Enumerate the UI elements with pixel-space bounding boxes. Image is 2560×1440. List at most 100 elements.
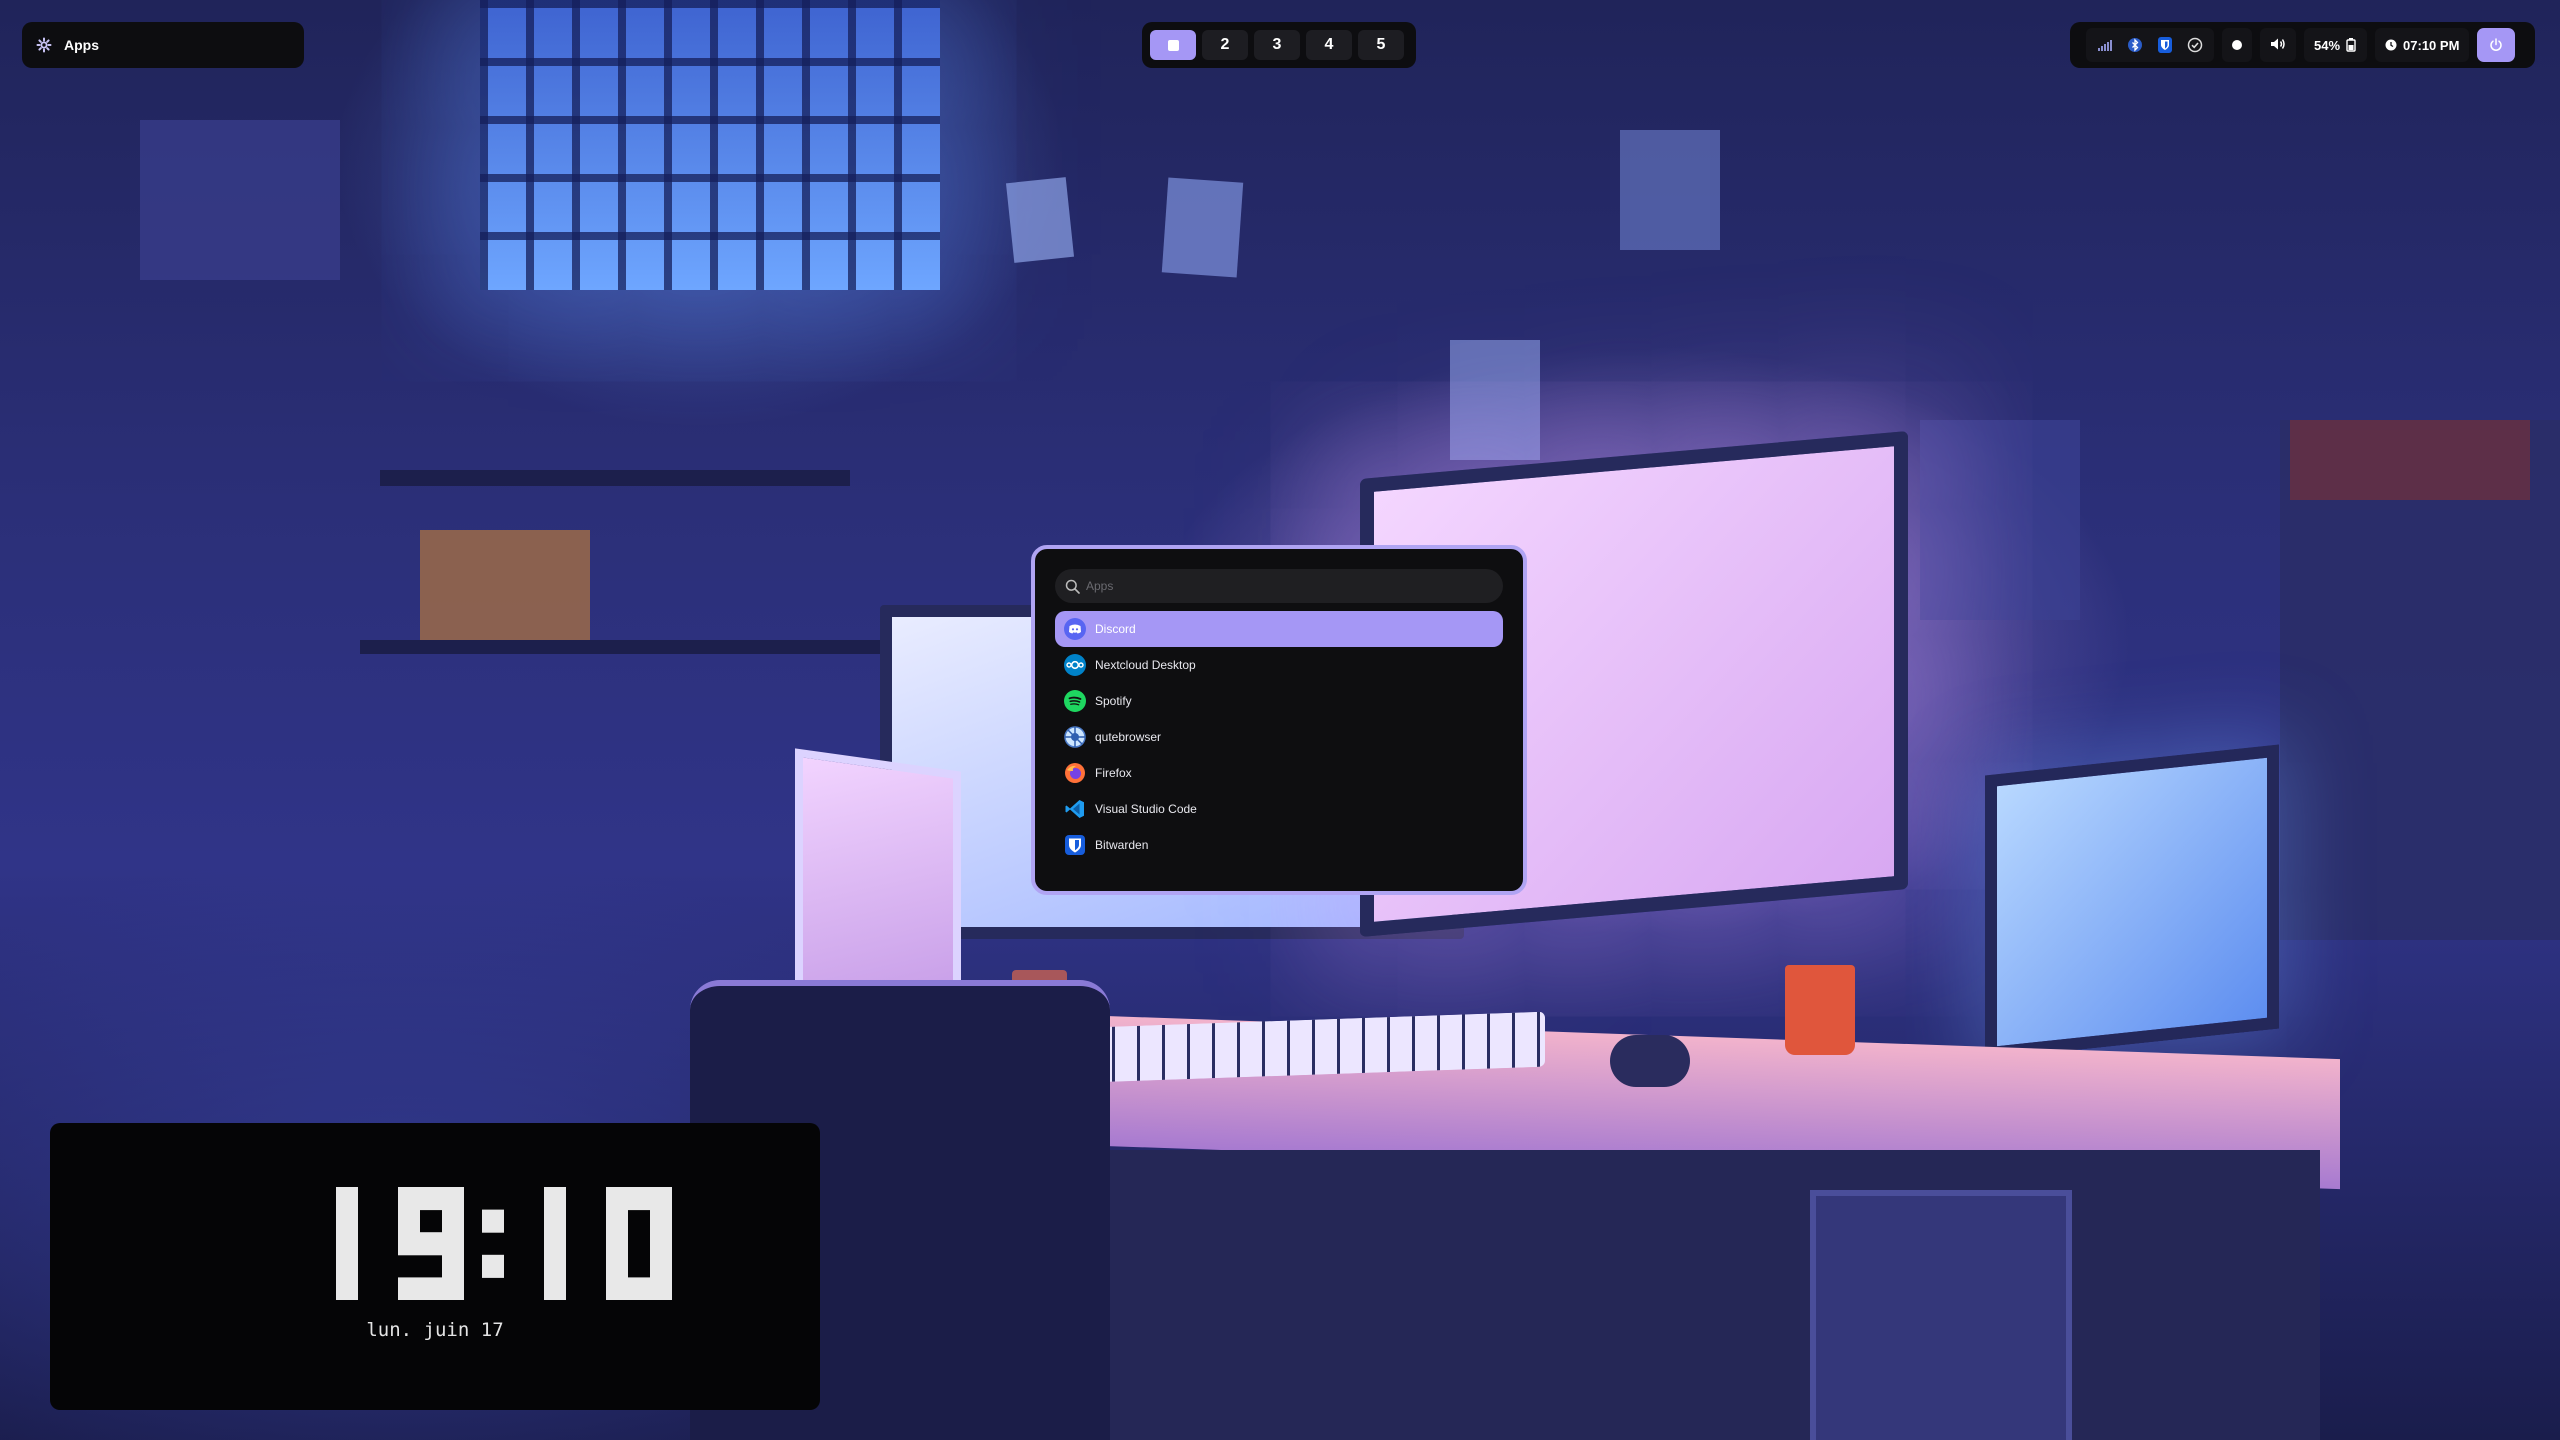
system-tray: [2086, 28, 2214, 62]
clock-pixel: [442, 1254, 464, 1278]
wallpaper-desk-front: [980, 1150, 2320, 1440]
wallpaper-mouse: [1610, 1035, 1690, 1087]
clock-digit-glyph: [544, 1187, 566, 1300]
discord-icon: [1063, 617, 1087, 641]
clock-pixel: [336, 1277, 358, 1300]
clock-pixel: [606, 1232, 628, 1256]
workspace-4-button[interactable]: 4: [1306, 30, 1352, 60]
clock-pixel: [398, 1209, 420, 1233]
clock-pixel: [628, 1277, 650, 1300]
app-item-spotify[interactable]: Spotify: [1055, 683, 1503, 719]
app-item-label: Nextcloud Desktop: [1095, 658, 1196, 672]
app-item-label: Discord: [1095, 622, 1136, 636]
volume-icon: [2270, 37, 2286, 54]
clock-pixel: [650, 1254, 672, 1278]
clock-colon-glyph: [482, 1209, 504, 1278]
clock-digit-glyph: [606, 1187, 672, 1300]
record-indicator[interactable]: [2222, 28, 2252, 62]
app-item-nextcloud[interactable]: Nextcloud Desktop: [1055, 647, 1503, 683]
battery-indicator[interactable]: 54%: [2304, 28, 2368, 62]
firefox-icon: [1063, 761, 1087, 785]
clock-pixel: [336, 1254, 358, 1278]
apps-launcher-button[interactable]: Apps: [22, 22, 304, 68]
clock-pixel: [544, 1209, 566, 1233]
wallpaper-laptop: [1985, 744, 2279, 1060]
app-item-bitwarden[interactable]: Bitwarden: [1055, 827, 1503, 863]
clock-pixel: [606, 1209, 628, 1233]
clock-widget: lun. juin 17: [50, 1123, 820, 1410]
clock-pixel: [442, 1277, 464, 1300]
vscode-icon: [1063, 797, 1087, 821]
clock-pixel: [544, 1277, 566, 1300]
clock-pixel: [442, 1187, 464, 1211]
search-bar[interactable]: [1055, 569, 1503, 603]
clock-pixel: [420, 1277, 442, 1300]
workspace-5-button[interactable]: 5: [1358, 30, 1404, 60]
topbar-time: 07:10 PM: [2403, 37, 2460, 53]
clock-pixel: [606, 1187, 628, 1211]
clock-pixel: [544, 1232, 566, 1256]
clock-pixel: [650, 1277, 672, 1300]
app-item-vscode[interactable]: Visual Studio Code: [1055, 791, 1503, 827]
app-item-label: Spotify: [1095, 694, 1132, 708]
spotify-icon: [1063, 689, 1087, 713]
power-button[interactable]: [2477, 28, 2516, 62]
clock-pixel: [482, 1254, 504, 1278]
wallpaper-box: [420, 530, 590, 640]
clock-pixel: [442, 1232, 464, 1256]
app-item-firefox[interactable]: Firefox: [1055, 755, 1503, 791]
workspace-2-button[interactable]: 2: [1202, 30, 1248, 60]
clock-indicator[interactable]: 07:10 PM: [2375, 28, 2470, 62]
wallpaper-window-bars: [480, 0, 940, 290]
clock-pixel: [336, 1209, 358, 1233]
workspace-3-button[interactable]: 3: [1254, 30, 1300, 60]
clock-pixel: [420, 1232, 442, 1256]
app-item-label: Bitwarden: [1095, 838, 1149, 852]
clock-pixel: [336, 1187, 358, 1211]
wallpaper-note: [1620, 130, 1720, 250]
qutebrowser-icon: [1063, 725, 1087, 749]
clock-icon: [2385, 39, 2397, 51]
battery-charging-icon: [2345, 38, 2357, 52]
clock-pixel: [650, 1232, 672, 1256]
battery-percentage: 54%: [2314, 37, 2341, 53]
wallpaper-note: [1161, 177, 1244, 278]
clock-pixel: [628, 1187, 650, 1211]
wallpaper-shelf: [360, 640, 880, 654]
clock-pixel: [442, 1209, 464, 1233]
wallpaper-drawer: [1810, 1190, 2072, 1440]
clock-time-display: [336, 1187, 672, 1300]
gear-icon: [36, 37, 52, 53]
clock-date: lun. juin 17: [366, 1319, 504, 1341]
app-item-discord[interactable]: Discord: [1055, 611, 1503, 647]
clock-pixel: [336, 1232, 358, 1256]
bluetooth-icon[interactable]: [2126, 36, 2144, 54]
wallpaper-poster: [140, 120, 340, 280]
clock-pixel: [544, 1254, 566, 1278]
status-area: 54% 07:10 PM: [2070, 22, 2535, 68]
clock-pixel: [398, 1232, 420, 1256]
checkmark-circle-icon[interactable]: [2186, 36, 2204, 54]
nextcloud-icon: [1063, 653, 1087, 677]
wifi-icon[interactable]: [2096, 36, 2114, 54]
clock-pixel: [606, 1254, 628, 1278]
clock-pixel: [606, 1277, 628, 1300]
workspace-1-button[interactable]: [1150, 30, 1196, 60]
clock-pixel: [398, 1277, 420, 1300]
clock-pixel: [544, 1187, 566, 1211]
clock-digit-glyph: [336, 1187, 358, 1300]
app-item-qutebrowser[interactable]: qutebrowser: [1055, 719, 1503, 755]
bitwarden-tray-icon[interactable]: [2156, 36, 2174, 54]
wallpaper-mug: [1785, 965, 1855, 1055]
workspace-switcher: 2 3 4 5: [1142, 22, 1416, 68]
wallpaper-note: [1920, 420, 2080, 620]
wallpaper-box: [2290, 420, 2530, 500]
volume-control[interactable]: [2260, 28, 2296, 62]
active-workspace-indicator-icon: [1167, 39, 1179, 51]
search-input[interactable]: [1084, 578, 1488, 594]
clock-pixel: [398, 1187, 420, 1211]
wallpaper-shelf: [380, 470, 850, 486]
power-icon: [2489, 38, 2503, 52]
clock-pixel: [650, 1209, 672, 1233]
bitwarden-icon: [1063, 833, 1087, 857]
